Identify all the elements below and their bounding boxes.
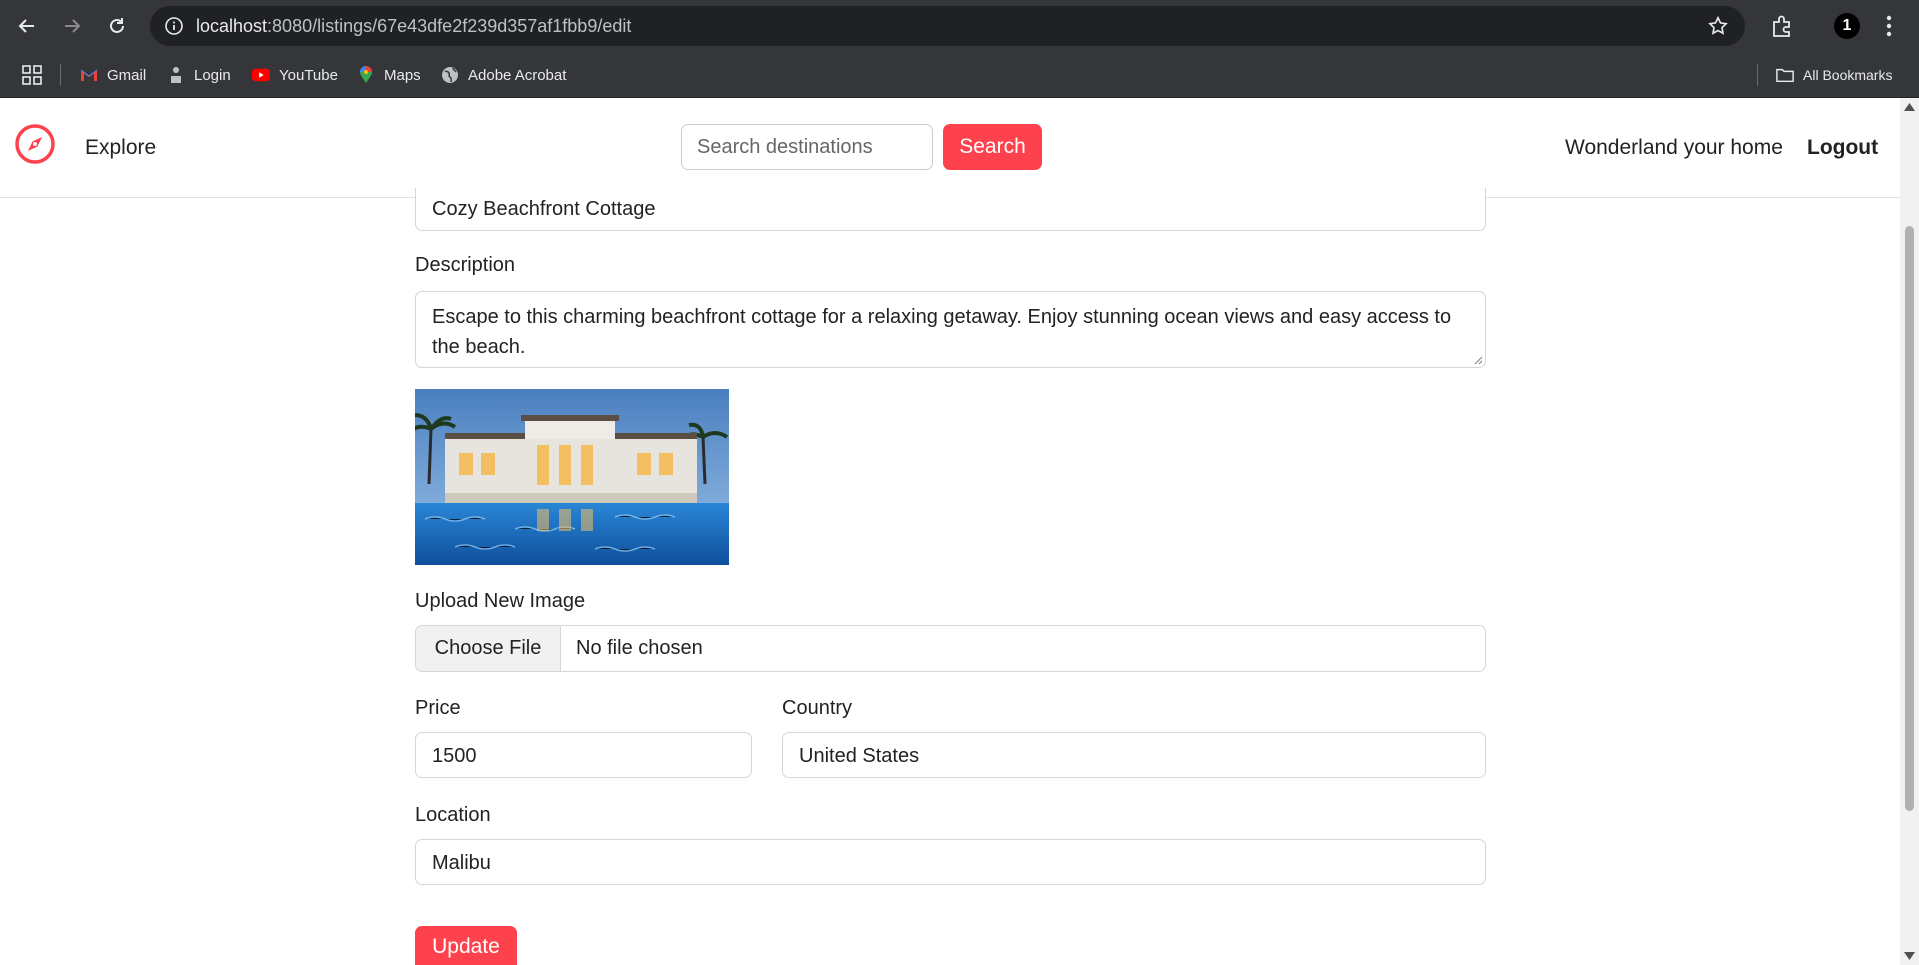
youtube-icon — [252, 66, 270, 84]
back-button[interactable] — [13, 12, 41, 40]
logout-link[interactable]: Logout — [1807, 98, 1878, 198]
description-label: Description — [415, 254, 516, 276]
upload-image-label: Upload New Image — [415, 590, 586, 612]
forward-button[interactable] — [58, 12, 86, 40]
arrow-right-icon — [65, 19, 81, 33]
choose-file-button[interactable]: Choose File — [416, 626, 561, 671]
site-navbar: Explore Search Wonderland your home Logo… — [0, 98, 1900, 198]
country-input[interactable]: United States — [782, 732, 1486, 778]
file-status-text: No file chosen — [576, 637, 703, 659]
browser-toolbar: localhost:8080/listings/67e43dfe2f239d35… — [0, 0, 1919, 52]
address-bar[interactable]: localhost:8080/listings/67e43dfe2f239d35… — [150, 6, 1745, 46]
scrollbar-thumb[interactable] — [1905, 226, 1914, 811]
location-label: Location — [415, 804, 491, 826]
bookmark-label: YouTube — [279, 66, 338, 84]
login-icon — [167, 66, 185, 84]
bookmarks-divider — [60, 64, 61, 86]
listing-image — [415, 389, 729, 565]
bookmark-label: Gmail — [107, 66, 147, 84]
reload-icon — [110, 18, 124, 33]
apps-grid-icon[interactable] — [22, 65, 42, 85]
bookmark-youtube[interactable]: YouTube — [252, 52, 338, 98]
price-label: Price — [415, 697, 461, 719]
globe-icon — [441, 66, 459, 84]
all-bookmarks-button[interactable]: All Bookmarks — [1776, 52, 1892, 98]
update-button[interactable]: Update — [415, 926, 517, 965]
bookmark-star-icon[interactable] — [1707, 15, 1729, 37]
description-textarea[interactable]: Escape to this charming beachfront cotta… — [415, 291, 1486, 368]
host-home-link[interactable]: Wonderland your home — [1565, 98, 1783, 198]
compass-icon[interactable] — [14, 123, 56, 165]
search-input[interactable] — [681, 124, 933, 170]
reload-button[interactable] — [103, 12, 131, 40]
bookmark-adobe-acrobat[interactable]: Adobe Acrobat — [441, 52, 566, 98]
bookmark-login[interactable]: Login — [167, 52, 231, 98]
arrow-left-icon — [18, 19, 34, 33]
profile-avatar[interactable]: 1 — [1834, 13, 1860, 39]
scroll-down-arrow-icon[interactable] — [1904, 952, 1915, 960]
title-input[interactable]: Cozy Beachfront Cottage — [415, 188, 1486, 231]
bookmark-gmail[interactable]: Gmail — [80, 52, 146, 98]
more-menu-icon[interactable] — [1883, 13, 1895, 39]
bookmarks-bar: Gmail Login YouTube Maps Adobe Acrobat A… — [0, 52, 1919, 98]
folder-icon — [1776, 66, 1794, 84]
location-input[interactable]: Malibu — [415, 839, 1486, 885]
scroll-up-arrow-icon[interactable] — [1904, 103, 1915, 111]
price-input[interactable]: 1500 — [415, 732, 752, 778]
maps-icon — [357, 66, 375, 84]
bookmarks-divider — [1757, 64, 1758, 86]
bookmark-maps[interactable]: Maps — [357, 52, 421, 98]
image-file-input[interactable]: Choose File No file chosen — [415, 625, 1486, 672]
site-info-icon[interactable] — [164, 16, 184, 36]
country-label: Country — [782, 697, 853, 719]
bookmark-label: Login — [194, 66, 231, 84]
url-text[interactable]: localhost:8080/listings/67e43dfe2f239d35… — [196, 6, 631, 46]
search-button[interactable]: Search — [943, 124, 1042, 170]
extensions-icon[interactable] — [1769, 13, 1795, 39]
bookmark-label: Maps — [384, 66, 421, 84]
gmail-icon — [80, 66, 98, 84]
bookmark-label: Adobe Acrobat — [468, 66, 567, 84]
explore-link[interactable]: Explore — [85, 98, 156, 198]
resize-handle-icon[interactable] — [1473, 355, 1483, 365]
all-bookmarks-label: All Bookmarks — [1803, 67, 1893, 83]
